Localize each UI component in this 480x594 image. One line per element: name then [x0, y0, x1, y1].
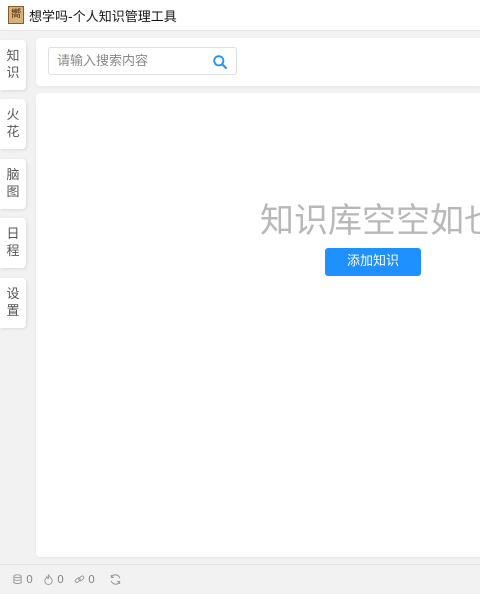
sidebar-item-label: 花 [6, 125, 20, 140]
search-icon[interactable] [212, 54, 228, 70]
link-count: 0 [74, 573, 95, 586]
title-bar: 嚮 想学吗-个人知识管理工具 [0, 0, 480, 31]
search-panel [36, 38, 480, 86]
link-icon [74, 575, 85, 583]
spark-count: 0 [43, 573, 64, 586]
link-count-value: 0 [88, 573, 95, 586]
refresh-icon[interactable] [109, 573, 122, 586]
sidebar-item-knowledge[interactable]: 知 识 [0, 40, 26, 90]
app-logo-icon: 嚮 [8, 6, 24, 24]
sidebar-item-settings[interactable]: 设 置 [0, 278, 26, 328]
status-bar: 0 0 0 [0, 564, 480, 594]
spark-count-value: 0 [57, 573, 64, 586]
sidebar-item-label: 设 [6, 287, 20, 302]
knowledge-count-value: 0 [26, 573, 33, 586]
window-title: 想学吗-个人知识管理工具 [29, 9, 177, 25]
sidebar-item-spark[interactable]: 火 花 [0, 99, 26, 149]
empty-state-text: 知识库空空如也 [260, 201, 480, 241]
sidebar-item-label: 图 [6, 185, 20, 200]
sidebar-item-label: 火 [6, 108, 20, 123]
sidebar-item-label: 知 [6, 49, 20, 64]
sidebar-item-label: 脑 [6, 168, 20, 183]
sidebar-item-label: 置 [6, 304, 20, 319]
knowledge-count: 0 [12, 573, 33, 586]
sidebar-item-schedule[interactable]: 日 程 [0, 218, 26, 268]
search-input[interactable] [57, 53, 207, 69]
main-content: 知识库空空如也 添加知识 [36, 93, 480, 557]
fire-icon [44, 574, 53, 585]
sidebar-item-label: 识 [6, 66, 20, 81]
add-knowledge-button[interactable]: 添加知识 [325, 248, 421, 276]
search-box [48, 47, 237, 75]
database-icon [13, 574, 22, 585]
sidebar-item-label: 日 [6, 227, 20, 242]
sidebar-item-mindmap[interactable]: 脑 图 [0, 159, 26, 209]
sidebar-item-label: 程 [6, 244, 20, 259]
